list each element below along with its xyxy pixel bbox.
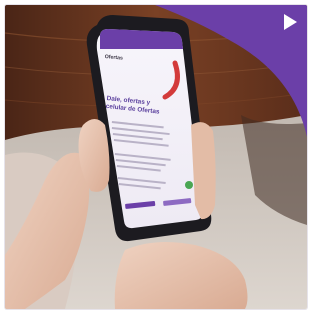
phone-header-bar — [100, 29, 183, 49]
play-icon[interactable] — [279, 11, 301, 33]
green-badge — [185, 181, 193, 189]
photo-frame: Ofertas Dale, ofertas y celular de Ofert… — [5, 5, 307, 309]
scene — [5, 5, 307, 309]
